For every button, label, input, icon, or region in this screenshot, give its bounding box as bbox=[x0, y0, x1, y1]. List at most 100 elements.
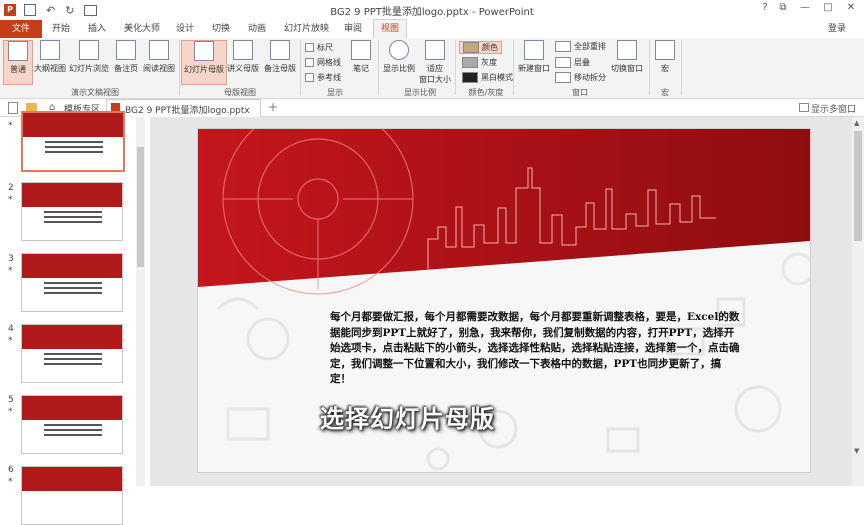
minimize-button[interactable]: — bbox=[794, 2, 816, 16]
window-title: BG2 9 PPT批量添加logo.pptx - PowerPoint bbox=[330, 7, 534, 18]
thumbnail-number: 2 bbox=[8, 183, 14, 193]
slide-master-label: 幻灯片母版 bbox=[184, 65, 224, 74]
grayscale-label: 灰度 bbox=[481, 58, 497, 67]
ruler-checkbox[interactable]: 标尺 bbox=[305, 42, 333, 53]
document-tab[interactable]: BG2 9 PPT批量添加logo.pptx bbox=[106, 99, 261, 117]
tab-review[interactable]: 审阅 bbox=[342, 20, 364, 38]
thumbnail-image bbox=[21, 182, 123, 241]
slide-thumbnail-pane: * 2 * 3 * 4 * 5 * 6 * bbox=[0, 111, 148, 525]
thumbnail-red-band bbox=[22, 396, 122, 420]
separator bbox=[300, 40, 301, 95]
reading-view-button[interactable]: 阅读视图 bbox=[141, 40, 177, 74]
thumbnail-star: * bbox=[8, 336, 13, 346]
thumbnail-text bbox=[44, 211, 102, 226]
scroll-down-icon[interactable]: ▼ bbox=[854, 447, 859, 455]
grayscale-button[interactable]: 灰度 bbox=[462, 57, 497, 68]
tab-home[interactable]: 开始 bbox=[50, 20, 72, 38]
notes-master-button[interactable]: 备注母版 bbox=[262, 40, 298, 74]
tab-view[interactable]: 视图 bbox=[373, 19, 407, 38]
color-label: 颜色 bbox=[482, 43, 498, 52]
move-split-label: 移动拆分 bbox=[574, 73, 606, 82]
fit-label-2: 窗口大小 bbox=[419, 75, 451, 84]
group-label-show: 显示 bbox=[327, 88, 343, 97]
notes-icon bbox=[351, 40, 371, 60]
fit-label: 适应 bbox=[427, 64, 443, 73]
separator bbox=[649, 40, 650, 95]
gridlines-checkbox[interactable]: 网格线 bbox=[305, 57, 341, 68]
notes-page-button[interactable]: 备注页 bbox=[112, 40, 140, 74]
new-window-button[interactable]: 新建窗口 bbox=[515, 40, 553, 74]
add-tab-icon[interactable]: + bbox=[268, 100, 278, 114]
show-multi-window-link[interactable]: 显示多窗口 bbox=[811, 102, 856, 115]
black-white-button[interactable]: 黑白模式 bbox=[462, 72, 513, 83]
reading-view-label: 阅读视图 bbox=[143, 64, 175, 73]
tab-design[interactable]: 设计 bbox=[174, 20, 196, 38]
tab-file[interactable]: 文件 bbox=[0, 20, 42, 38]
guides-checkbox[interactable]: 参考线 bbox=[305, 72, 341, 83]
tab-insert[interactable]: 插入 bbox=[86, 20, 108, 38]
login-link[interactable]: 登录 bbox=[826, 20, 848, 38]
group-label-macros: 宏 bbox=[661, 88, 669, 97]
arrange-all-label: 全部重排 bbox=[574, 42, 606, 51]
separator bbox=[681, 40, 682, 95]
move-split-button[interactable]: 移动拆分 bbox=[555, 72, 606, 83]
thumbnail-red-band bbox=[22, 325, 122, 349]
notes-master-icon bbox=[270, 40, 290, 60]
maximize-button[interactable]: □ bbox=[817, 2, 839, 16]
cascade-button[interactable]: 层叠 bbox=[555, 57, 590, 68]
switch-window-button[interactable]: 切换窗口 bbox=[608, 40, 646, 74]
ribbon-tabs: 文件 开始 插入 美化大师 设计 切换 动画 幻灯片放映 审阅 视图 登录 bbox=[0, 19, 864, 39]
tab-beautify[interactable]: 美化大师 bbox=[122, 20, 162, 38]
folder-icon[interactable] bbox=[26, 103, 37, 111]
normal-view-button[interactable]: 普通 bbox=[3, 40, 33, 85]
handout-master-label: 讲义母版 bbox=[227, 64, 259, 73]
restore-ribbon-button[interactable]: ⧉ bbox=[772, 2, 794, 16]
thumbnail-red-band bbox=[22, 183, 122, 207]
notes-page-icon bbox=[116, 40, 136, 60]
slide-scrollbar[interactable]: ▲ ▼ bbox=[852, 117, 864, 486]
thumbnail-scrollbar[interactable] bbox=[136, 117, 145, 486]
thumbnail-image bbox=[21, 253, 123, 312]
subtitle-caption: 选择幻灯片母版 bbox=[320, 405, 495, 433]
slide-master-button[interactable]: 幻灯片母版 bbox=[181, 40, 227, 85]
slide-body-text[interactable]: 每个月都要做汇报，每个月都需要改数据，每个月都要重新调整表格，要是，Excel的… bbox=[330, 310, 742, 388]
fit-window-button[interactable]: 适应 窗口大小 bbox=[418, 40, 452, 85]
switch-window-icon bbox=[617, 40, 637, 60]
arrange-all-button[interactable]: 全部重排 bbox=[555, 41, 606, 52]
group-label-presentation-views: 演示文稿视图 bbox=[71, 88, 119, 97]
zoom-button[interactable]: 显示比例 bbox=[381, 40, 417, 74]
multi-window-icon[interactable] bbox=[799, 103, 809, 112]
scroll-up-icon[interactable]: ▲ bbox=[854, 119, 859, 127]
notes-button[interactable]: 笔记 bbox=[349, 40, 373, 74]
slide-sorter-button[interactable]: 幻灯片浏览 bbox=[68, 40, 110, 74]
new-window-label: 新建窗口 bbox=[518, 64, 550, 73]
tab-transitions[interactable]: 切换 bbox=[210, 20, 232, 38]
notes-label: 笔记 bbox=[353, 64, 369, 73]
thumbnail-text bbox=[45, 141, 103, 156]
tab-slideshow[interactable]: 幻灯片放映 bbox=[282, 20, 331, 38]
cascade-icon bbox=[555, 57, 571, 68]
macros-button[interactable]: 宏 bbox=[653, 40, 677, 74]
document-tabs-bar: ⌂ 模板专区 BG2 9 PPT批量添加logo.pptx + 显示多窗口 bbox=[0, 99, 864, 117]
macros-label: 宏 bbox=[661, 64, 669, 73]
scroll-thumb[interactable] bbox=[854, 131, 862, 241]
document-tab-label: BG2 9 PPT批量添加logo.pptx bbox=[125, 106, 250, 116]
macros-icon bbox=[655, 40, 675, 60]
slide-background bbox=[198, 129, 810, 471]
thumbnail-image bbox=[21, 111, 125, 172]
outline-view-button[interactable]: 大纲视图 bbox=[33, 40, 67, 74]
normal-view-icon bbox=[8, 41, 28, 61]
reading-view-icon bbox=[149, 40, 169, 60]
scroll-thumb[interactable] bbox=[137, 147, 144, 267]
color-button[interactable]: 颜色 bbox=[459, 41, 502, 54]
thumbnail-number: 6 bbox=[8, 465, 14, 475]
slide-canvas[interactable]: 每个月都要做汇报，每个月都需要改数据，每个月都要重新调整表格，要是，Excel的… bbox=[197, 128, 811, 473]
thumbnail-text bbox=[44, 353, 102, 368]
new-doc-icon[interactable] bbox=[8, 102, 18, 114]
handout-master-button[interactable]: 讲义母版 bbox=[226, 40, 260, 74]
tab-animations[interactable]: 动画 bbox=[246, 20, 268, 38]
separator bbox=[455, 40, 456, 95]
close-button[interactable]: ✕ bbox=[840, 2, 862, 16]
title-bar: P ↶ ↻ BG2 9 PPT批量添加logo.pptx - PowerPoin… bbox=[0, 0, 864, 20]
thumbnail-image bbox=[21, 466, 123, 525]
